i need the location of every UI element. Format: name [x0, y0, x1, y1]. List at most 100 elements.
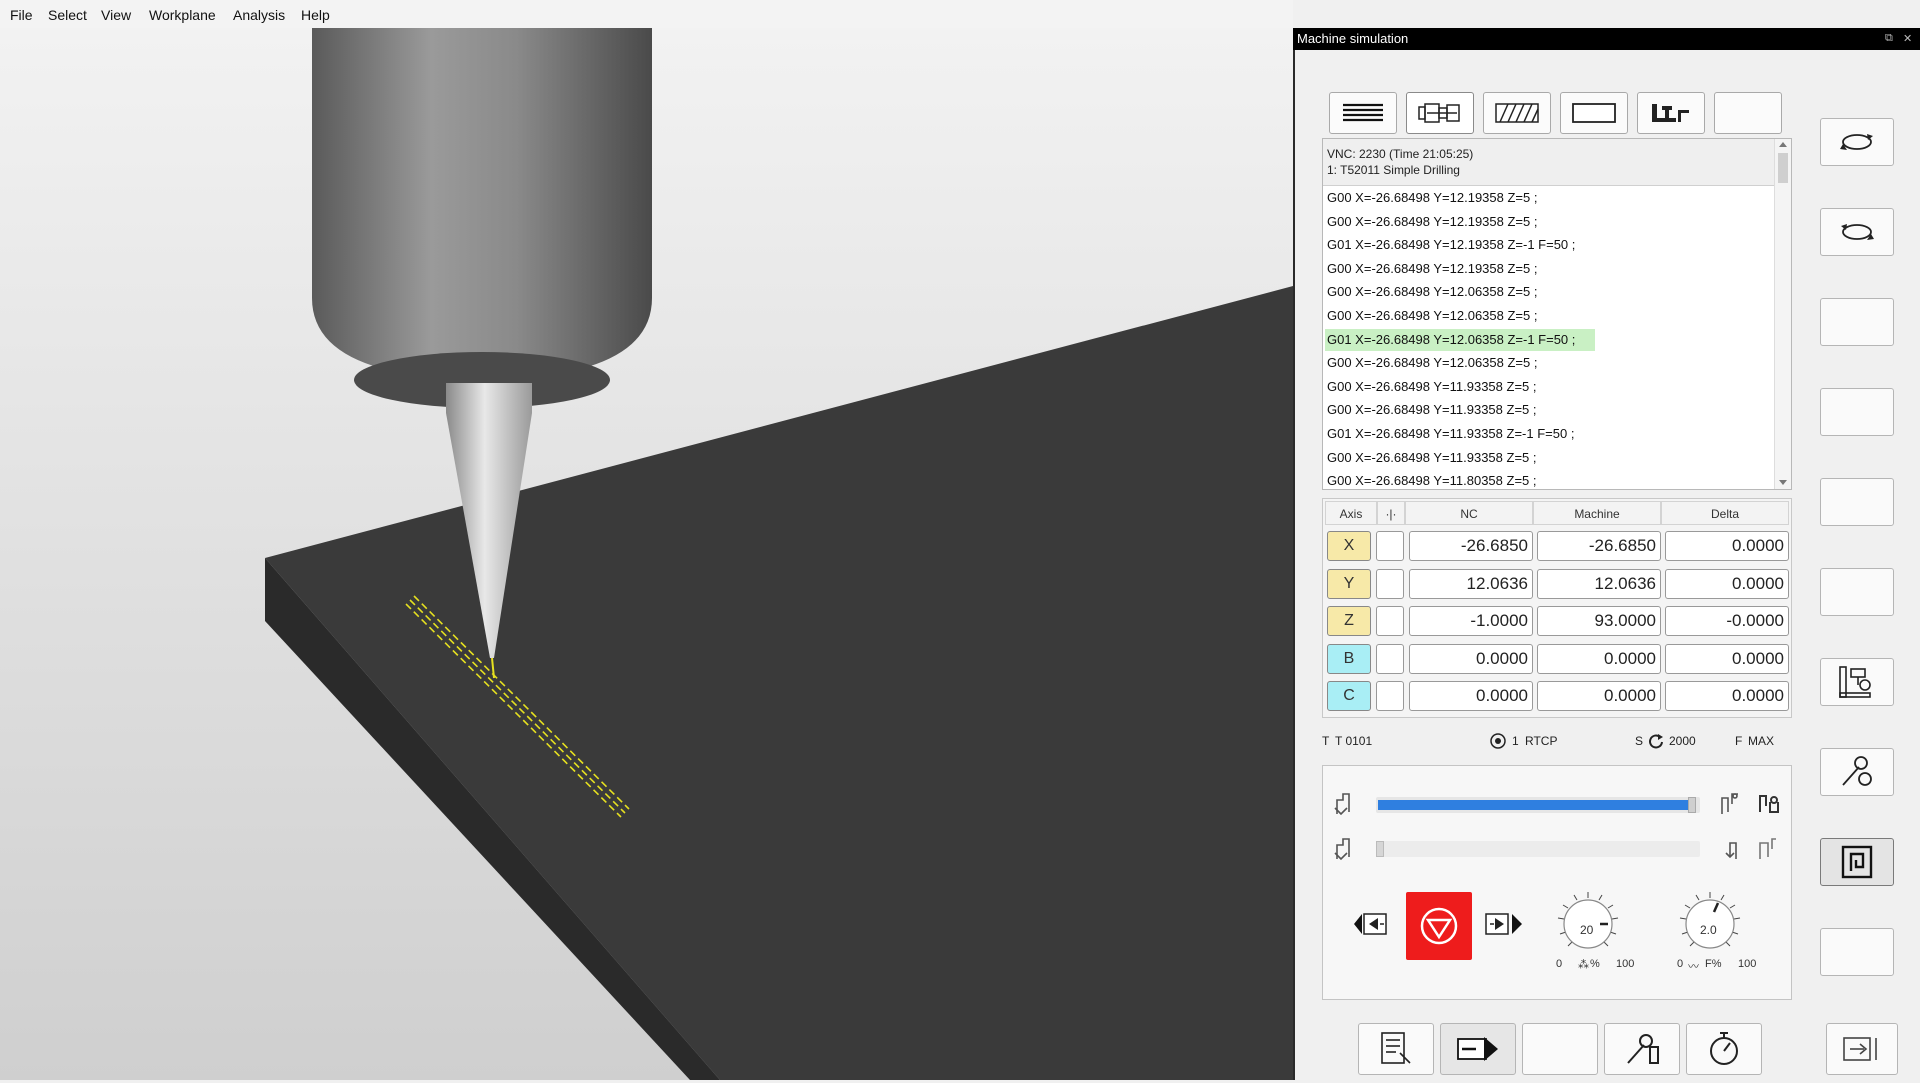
menu-analysis[interactable]: Analysis — [233, 7, 285, 23]
progress-track[interactable] — [1376, 797, 1700, 813]
speed-dial-value: 20 — [1580, 923, 1594, 937]
tool-value: T 0101 — [1335, 734, 1373, 748]
menu-select[interactable]: Select — [48, 7, 87, 23]
step-track[interactable] — [1376, 841, 1700, 857]
program-line[interactable]: G00 X=-26.68498 Y=12.06358 Z=5 ; — [1325, 305, 1774, 327]
close-icon[interactable]: ✕ — [1903, 32, 1912, 45]
step-thumb[interactable] — [1376, 841, 1384, 857]
program-line[interactable]: G00 X=-26.68498 Y=12.19358 Z=5 ; — [1325, 187, 1774, 209]
empty-toolbar-slot[interactable] — [1714, 92, 1782, 134]
menu-bar: File Select View Workplane Analysis Help — [0, 0, 1293, 29]
axis-y-delta-value: 0.0000 — [1665, 568, 1789, 599]
progress-thumb[interactable] — [1688, 797, 1696, 813]
feed-value: MAX — [1748, 734, 1775, 748]
axis-z-button[interactable]: Z — [1327, 606, 1371, 636]
machine-setup-button[interactable] — [1820, 658, 1894, 706]
speed-dial-min: 0 — [1556, 958, 1563, 970]
axis-z-machine-value: 93.0000 — [1537, 606, 1661, 636]
header-delta: Delta — [1661, 501, 1789, 525]
timer-button[interactable] — [1686, 1023, 1762, 1075]
exit-icon — [1843, 1037, 1877, 1061]
menu-file[interactable]: File — [10, 7, 33, 23]
axis-c-checkbox[interactable] — [1376, 681, 1404, 711]
program-scrollbar[interactable] — [1774, 139, 1791, 489]
program-line[interactable]: G00 X=-26.68498 Y=11.80358 Z=5 ; — [1325, 470, 1774, 492]
step-forward-small-icon[interactable] — [1718, 835, 1740, 861]
menu-help[interactable]: Help — [301, 7, 330, 23]
header-machine: Machine — [1533, 501, 1661, 525]
program-line[interactable]: G01 X=-26.68498 Y=12.19358 Z=-1 F=50 ; — [1325, 234, 1774, 256]
program-line-current[interactable]: G01 X=-26.68498 Y=12.06358 Z=-1 F=50 ; — [1325, 328, 1595, 351]
axis-z-checkbox[interactable] — [1376, 606, 1404, 636]
play-backward-button[interactable] — [1352, 906, 1392, 942]
stock-hatch-button[interactable] — [1483, 92, 1551, 134]
side-empty-button-5[interactable] — [1820, 928, 1894, 976]
rotate-cw-button[interactable] — [1820, 208, 1894, 256]
side-empty-button-4[interactable] — [1820, 568, 1894, 616]
rewind-icon[interactable] — [1333, 790, 1355, 816]
speed-dial-max: 100 — [1616, 958, 1635, 970]
tool-measure-button[interactable] — [1604, 1023, 1680, 1075]
axis-b-checkbox[interactable] — [1376, 643, 1404, 674]
timer-icon — [1710, 1032, 1738, 1065]
machine-setup-icon — [1839, 666, 1871, 698]
feed-dial-min: 0 — [1677, 958, 1684, 970]
tool-label: T — [1322, 734, 1330, 748]
play-forward-button[interactable] — [1484, 906, 1524, 942]
spiral-icon — [1841, 845, 1873, 879]
menu-view[interactable]: View — [101, 7, 131, 23]
axis-y-nc-value: 12.0636 — [1409, 568, 1533, 599]
axis-x-checkbox[interactable] — [1376, 531, 1404, 561]
bottom-empty-button[interactable] — [1522, 1023, 1598, 1075]
blank-view-button[interactable] — [1560, 92, 1628, 134]
header-toggle-icon[interactable]: ·|· — [1377, 501, 1405, 525]
axis-y-button[interactable]: Y — [1327, 568, 1371, 599]
program-line[interactable]: G00 X=-26.68498 Y=12.19358 Z=5 ; — [1325, 211, 1774, 233]
axis-b-button[interactable]: B — [1327, 643, 1371, 674]
tool-settings-button[interactable] — [1820, 748, 1894, 796]
axis-c-machine-value: 0.0000 — [1537, 681, 1661, 711]
restore-icon[interactable]: ⧉ — [1885, 32, 1893, 45]
machine-view-button[interactable] — [1637, 92, 1705, 134]
step-back-icon[interactable] — [1333, 835, 1355, 861]
program-line[interactable]: G01 X=-26.68498 Y=11.93358 Z=-1 F=50 ; — [1325, 423, 1774, 445]
program-line[interactable]: G00 X=-26.68498 Y=12.19358 Z=5 ; — [1325, 258, 1774, 280]
axis-z-delta-value: -0.0000 — [1665, 606, 1789, 636]
tool-measure-icon — [1627, 1034, 1659, 1064]
rotate-ccw-button[interactable] — [1820, 118, 1894, 166]
axis-y-checkbox[interactable] — [1376, 568, 1404, 599]
nc-lines-button[interactable] — [1329, 92, 1397, 134]
program-line[interactable]: G00 X=-26.68498 Y=12.06358 Z=5 ; — [1325, 281, 1774, 303]
side-empty-button-3[interactable] — [1820, 478, 1894, 526]
header-axis: Axis — [1325, 501, 1377, 525]
tool-view-button[interactable] — [1406, 92, 1474, 134]
program-line[interactable]: G00 X=-26.68498 Y=11.93358 Z=5 ; — [1325, 376, 1774, 398]
menu-workplane[interactable]: Workplane — [149, 7, 216, 23]
axis-x-button[interactable]: X — [1327, 531, 1371, 561]
step-forward-icon — [1457, 1037, 1498, 1061]
loop-icon[interactable] — [1756, 790, 1782, 816]
side-empty-button-1[interactable] — [1820, 298, 1894, 346]
goto-end-icon[interactable] — [1718, 790, 1740, 816]
program-line[interactable]: G00 X=-26.68498 Y=11.93358 Z=5 ; — [1325, 447, 1774, 469]
nc-program-list[interactable]: VNC: 2230 (Time 21:05:25) 1: T52011 Simp… — [1322, 138, 1792, 490]
axis-c-delta-value: 0.0000 — [1665, 681, 1789, 711]
feed-dial-max: 100 — [1738, 958, 1757, 970]
rotate-cw-icon — [1841, 224, 1874, 240]
spindle-label: S — [1635, 734, 1644, 748]
axis-c-button[interactable]: C — [1327, 681, 1371, 711]
program-line[interactable]: G00 X=-26.68498 Y=12.06358 Z=5 ; — [1325, 352, 1774, 374]
exit-simulation-button[interactable] — [1826, 1023, 1898, 1075]
side-empty-button-2[interactable] — [1820, 388, 1894, 436]
header-nc: NC — [1405, 501, 1533, 525]
axis-b-machine-value: 0.0000 — [1537, 643, 1661, 674]
spiral-button[interactable] — [1820, 838, 1894, 886]
program-line[interactable]: G00 X=-26.68498 Y=11.93358 Z=5 ; — [1325, 399, 1774, 421]
report-button[interactable] — [1358, 1023, 1434, 1075]
step-forward-button[interactable] — [1440, 1023, 1516, 1075]
stop-button[interactable] — [1406, 892, 1472, 960]
3d-viewport[interactable] — [0, 28, 1293, 1080]
axis-table: Axis ·|· NC Machine Delta X -26.6850 -26.6… — [1322, 498, 1792, 718]
step-mode-icon[interactable] — [1756, 835, 1778, 861]
rtcp-number: 1 — [1512, 734, 1519, 748]
